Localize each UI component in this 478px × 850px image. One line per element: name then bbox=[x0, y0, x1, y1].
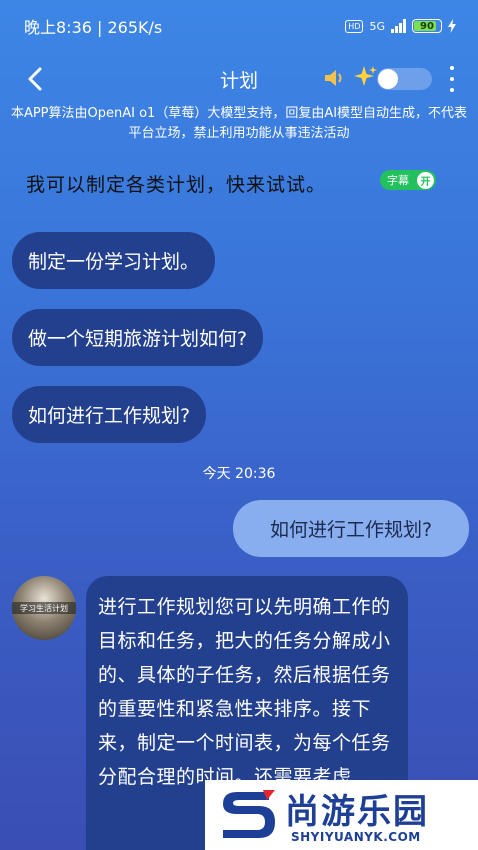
battery-icon: 90 bbox=[412, 19, 442, 33]
sparkle-icon bbox=[354, 66, 377, 86]
logo-s-icon bbox=[223, 790, 275, 838]
site-watermark: 尚游乐园 SHYIYUANYK.COM bbox=[205, 780, 478, 850]
speaker-icon[interactable] bbox=[322, 66, 346, 90]
nav-bar: 计划 bbox=[0, 54, 478, 104]
ai-disclaimer: 本APP算法由OpenAI o1（草莓）大模型支持，回复由AI模型自动生成，不代… bbox=[10, 106, 468, 141]
network-label: 5G bbox=[369, 19, 385, 33]
subtitle-toggle[interactable]: 字幕 开 bbox=[380, 170, 436, 190]
hd-icon: HD bbox=[345, 19, 364, 33]
status-time-speed: 晚上8:36 | 265K/s bbox=[24, 18, 163, 37]
suggestion-chip[interactable]: 制定一份学习计划。 bbox=[12, 232, 216, 289]
suggestion-chip[interactable]: 做一个短期旅游计划如何? bbox=[12, 309, 264, 366]
intro-text: 我可以制定各类计划，快来试试。 bbox=[26, 174, 327, 196]
avatar[interactable]: 学习生活计划 bbox=[12, 576, 76, 640]
battery-level: 90 bbox=[420, 20, 434, 32]
status-bar: 晚上8:36 | 265K/s HD 5G 90 bbox=[0, 0, 478, 52]
signal-icon bbox=[391, 19, 406, 33]
watermark-url: SHYIYUANYK.COM bbox=[291, 830, 421, 844]
chat-timestamp: 今天 20:36 bbox=[202, 466, 276, 482]
charging-icon bbox=[448, 19, 456, 33]
subtitle-state: 开 bbox=[417, 171, 434, 189]
avatar-label: 学习生活计划 bbox=[20, 603, 68, 613]
more-icon[interactable] bbox=[447, 66, 457, 92]
watermark-name: 尚游乐园 bbox=[285, 792, 429, 832]
voice-toggle[interactable] bbox=[377, 68, 432, 90]
suggestion-chip[interactable]: 如何进行工作规划? bbox=[12, 386, 207, 443]
user-message-bubble: 如何进行工作规划? bbox=[233, 500, 469, 557]
toggle-knob bbox=[378, 69, 398, 89]
status-icons: HD 5G 90 bbox=[345, 19, 456, 33]
subtitle-label: 字幕 bbox=[387, 174, 409, 187]
